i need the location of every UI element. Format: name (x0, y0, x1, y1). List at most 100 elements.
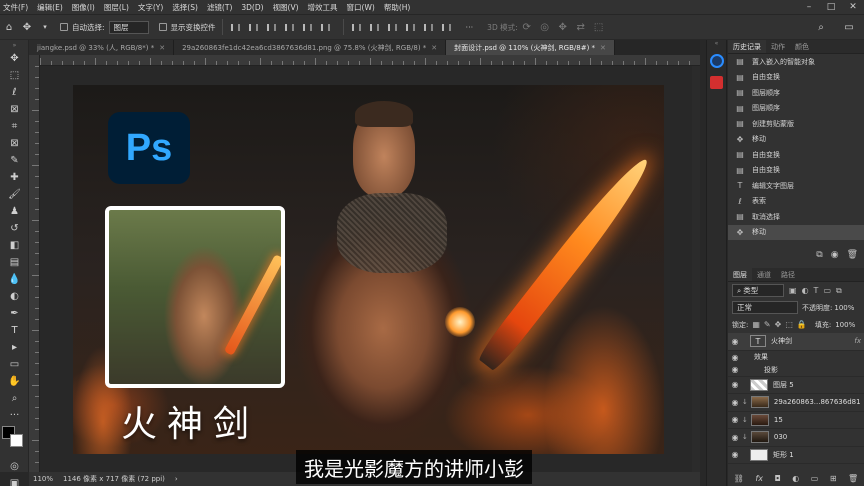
frame-tool-icon[interactable]: ⊠ (0, 135, 29, 152)
layer-row[interactable]: ◉ 图层 5 (728, 377, 864, 394)
group-icon[interactable]: ▭ (811, 474, 819, 483)
eye-icon[interactable]: ◉ (728, 415, 742, 424)
mask-icon[interactable]: ◘ (774, 474, 780, 483)
history-item[interactable]: ▤ 创建剪贴蒙版 (728, 116, 864, 132)
menu-select[interactable]: 选择(S) (172, 2, 198, 13)
snapshot-icon[interactable]: ◉ (831, 250, 839, 260)
document-canvas[interactable]: Ps 火神剑 ☰ (73, 85, 664, 454)
blur-tool-icon[interactable]: 💧 (0, 271, 29, 288)
gradient-tool-icon[interactable]: ▤ (0, 254, 29, 271)
close-icon[interactable]: ✕ (842, 0, 864, 14)
eye-icon[interactable]: ◉ (728, 380, 742, 389)
3d-rotate-icon[interactable]: ⟳ (518, 18, 536, 36)
history-brush-icon[interactable]: ↺ (0, 220, 29, 237)
distribute-icon[interactable] (350, 20, 364, 34)
history-item[interactable]: ▤ 自由变换 (728, 70, 864, 86)
tab-cover-design[interactable]: 封面设计.psd @ 110% (火神剑, RGB/8#) * ✕ (446, 40, 615, 55)
panel-icon[interactable] (710, 76, 723, 89)
history-item[interactable]: ▤ 置入嵌入的智能对象 (728, 54, 864, 70)
align-vcenter-icon[interactable] (301, 20, 315, 34)
distribute-icon[interactable] (440, 20, 454, 34)
zoom-tool-icon[interactable]: ⌕ (0, 390, 29, 407)
menu-layer[interactable]: 图层(L) (104, 2, 129, 13)
menu-edit[interactable]: 编辑(E) (37, 2, 63, 13)
new-document-icon[interactable]: ⧉ (816, 250, 822, 260)
vertical-scrollbar[interactable] (692, 66, 700, 472)
filter-type-icon[interactable]: T (814, 286, 819, 295)
tab-actions[interactable]: 动作 (766, 40, 790, 53)
show-transform-checkbox[interactable] (158, 23, 167, 31)
tab-png[interactable]: 29a260863fe1dc42ea6cd3867636d81.png @ 75… (174, 40, 447, 55)
menu-help[interactable]: 帮助(H) (384, 2, 411, 13)
auto-select-dropdown[interactable]: 图层 (108, 20, 149, 34)
stamp-tool-icon[interactable]: ♟ (0, 203, 29, 220)
layer-row[interactable]: ◉ ↓ 030 (728, 429, 864, 447)
filter-shape-icon[interactable]: ▭ (823, 286, 831, 295)
link-icon[interactable]: ⛓ (734, 474, 744, 483)
fx-icon[interactable]: fx (854, 337, 861, 345)
eye-icon[interactable]: ◉ (728, 450, 742, 459)
workspace-icon[interactable]: ▭ (840, 18, 858, 36)
eye-icon[interactable]: ◉ (728, 337, 742, 346)
3d-scale-icon[interactable]: ⬚ (590, 18, 608, 36)
close-icon[interactable]: ✕ (600, 44, 606, 52)
distribute-icon[interactable] (422, 20, 436, 34)
distribute-icon[interactable] (368, 20, 382, 34)
filter-pixel-icon[interactable]: ▣ (789, 286, 797, 295)
eyedropper-tool-icon[interactable]: ✎ (0, 152, 29, 169)
layer-row[interactable]: ◉ T 火神剑 fx (728, 333, 864, 351)
layer-effect-row[interactable]: ◉ 投影 (728, 364, 864, 377)
tab-color[interactable]: 颜色 (790, 40, 814, 53)
align-right-icon[interactable] (265, 20, 279, 34)
close-icon[interactable]: ✕ (159, 44, 165, 52)
maximize-icon[interactable]: □ (820, 0, 842, 14)
lock-move-icon[interactable]: ✥ (775, 320, 782, 329)
menu-image[interactable]: 图像(I) (72, 2, 95, 13)
menu-3d[interactable]: 3D(D) (241, 3, 263, 12)
history-item[interactable]: ℓ 表索 (728, 194, 864, 210)
brush-tool-icon[interactable]: 🖌 (0, 186, 29, 203)
3d-pan-icon[interactable]: ✥ (554, 18, 572, 36)
path-select-tool-icon[interactable]: ▸ (0, 339, 29, 356)
chevron-down-icon[interactable]: ▾ (36, 18, 54, 36)
chevron-right-icon[interactable]: › (175, 475, 178, 483)
history-item[interactable]: ▤ 取消选择 (728, 209, 864, 225)
zoom-level[interactable]: 110% (33, 475, 53, 483)
tab-jiangke[interactable]: jiangke.psd @ 33% (人, RGB/8*) * ✕ (29, 40, 175, 55)
lock-pixels-icon[interactable]: ▦ (752, 320, 760, 329)
eye-icon[interactable]: ◉ (728, 398, 742, 407)
distribute-icon[interactable] (386, 20, 400, 34)
type-tool-icon[interactable]: T (0, 322, 29, 339)
opacity-value[interactable]: 100% (834, 304, 854, 312)
more-options[interactable]: ··· (466, 23, 474, 32)
history-item[interactable]: ▤ 图层顺序 (728, 85, 864, 101)
lock-all-icon[interactable]: 🔒 (797, 320, 807, 329)
marquee-tool-icon[interactable]: ⬚ (0, 67, 29, 84)
fx-icon[interactable]: fx (755, 474, 763, 483)
home-icon[interactable]: ⌂ (0, 18, 18, 36)
close-icon[interactable]: ✕ (431, 44, 437, 52)
eraser-tool-icon[interactable]: ◧ (0, 237, 29, 254)
tab-channels[interactable]: 通道 (752, 268, 776, 281)
panel-icon[interactable] (709, 54, 724, 68)
3d-roll-icon[interactable]: ◎ (536, 18, 554, 36)
layer-filter-dropdown[interactable]: ⌕ 类型 (732, 284, 784, 297)
layer-row[interactable]: ◉ 矩形 1 (728, 447, 864, 464)
trash-icon[interactable]: 🗑 (848, 474, 858, 483)
history-item[interactable]: T 编辑文字图层 (728, 178, 864, 194)
tab-paths[interactable]: 路径 (776, 268, 800, 281)
minimize-icon[interactable]: – (798, 0, 820, 14)
new-layer-icon[interactable]: ⊞ (830, 474, 837, 483)
screen-mode-icon[interactable]: ▣ (0, 475, 29, 486)
tab-history[interactable]: 历史记录 (728, 40, 766, 53)
history-item[interactable]: ▤ 自由变换 (728, 163, 864, 179)
align-bottom-icon[interactable] (319, 20, 333, 34)
history-item[interactable]: ▤ 图层顺序 (728, 101, 864, 117)
fill-value[interactable]: 100% (835, 321, 855, 329)
quick-select-tool-icon[interactable]: ⊠ (0, 101, 29, 118)
menu-file[interactable]: 文件(F) (3, 2, 28, 13)
blend-mode-dropdown[interactable]: 正常 (732, 301, 798, 314)
lock-paint-icon[interactable]: ✎ (764, 320, 771, 329)
filter-adjust-icon[interactable]: ◐ (802, 286, 809, 295)
tab-layers[interactable]: 图层 (728, 268, 752, 281)
